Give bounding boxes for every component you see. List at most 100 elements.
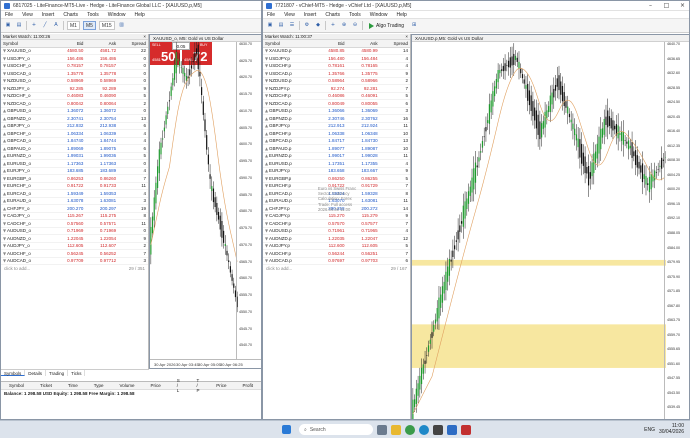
symbol-row[interactable]: ▼AUDCHF_o 0.56245 0.56252 7 <box>1 249 148 258</box>
zone-rectangle[interactable] <box>412 259 666 266</box>
menu-tools[interactable]: Tools <box>87 12 99 18</box>
right-price-chart[interactable] <box>412 42 666 420</box>
tray-clock[interactable]: 11:00 30/04/2026 <box>659 423 684 435</box>
menu-charts[interactable]: Charts <box>325 12 340 18</box>
task-view-icon[interactable] <box>377 424 387 435</box>
left-add-symbol-row[interactable]: click to add... 29 / 351 <box>1 265 148 272</box>
trade-col-header[interactable]: T / P <box>188 378 208 393</box>
symbol-row[interactable]: ▼USDCAD_o 1.35778 1.35778 0 <box>1 69 148 78</box>
strategy-tester-icon[interactable]: ⚙ <box>303 21 311 30</box>
chart-type-icon[interactable]: ▥ <box>118 21 126 30</box>
metaeditor-icon[interactable]: ◆ <box>314 21 322 30</box>
right-add-symbol-row[interactable]: click to add... 29 / 167 <box>263 265 410 272</box>
symbol-row[interactable]: ▲EURUSD_o 1.17363 1.17363 0 <box>1 159 148 168</box>
trade-col-header[interactable]: Price <box>142 383 168 388</box>
menu-charts[interactable]: Charts <box>63 12 78 18</box>
taskbar-search-box[interactable]: ⌕ Search <box>299 424 373 435</box>
symbol-row[interactable]: ▲EURJPY_o 183.685 183.689 4 <box>1 167 148 175</box>
menu-help[interactable]: Help <box>135 12 145 18</box>
symbol-row[interactable]: ▼AUDUSD_o 0.71969 0.71969 0 <box>1 227 148 235</box>
menu-insert[interactable]: Insert <box>42 12 55 18</box>
crosshair-icon[interactable]: + <box>30 21 38 30</box>
menu-help[interactable]: Help <box>397 12 407 18</box>
symbol-row[interactable]: ▼CADJPY.p 115.270 115.279 9 <box>263 212 410 220</box>
symbol-row[interactable]: ▼CADCHF_o 0.57560 0.57571 11 <box>1 219 148 228</box>
trade-col-header[interactable]: Ticket <box>32 383 60 388</box>
navigator-icon[interactable]: ☰ <box>288 21 296 30</box>
store-icon[interactable] <box>433 424 443 435</box>
profiles-icon[interactable]: ▤ <box>277 21 285 30</box>
close-window-icon[interactable]: × <box>676 1 689 11</box>
file-explorer-icon[interactable] <box>391 424 401 435</box>
symbol-row[interactable]: ▼NZDCHF_o 0.46083 0.46090 5 <box>1 92 148 100</box>
zone-rectangle[interactable] <box>412 324 666 368</box>
symbol-row[interactable]: ▼NZDCAD.p 0.80049 0.80055 6 <box>263 99 410 108</box>
close-icon[interactable]: × <box>405 34 408 39</box>
symbol-row[interactable]: ▼AUDJPY_o 112.605 112.607 2 <box>1 242 148 250</box>
menu-view[interactable]: View <box>22 12 33 18</box>
chrome-icon[interactable] <box>405 424 415 435</box>
symbol-row[interactable]: ▲EURUSD.p 1.17351 1.17355 4 <box>263 159 410 168</box>
symbol-row[interactable]: ▲GBPAUD_o 1.89069 1.89075 6 <box>1 144 148 153</box>
tab-ticks[interactable]: Ticks <box>68 370 86 376</box>
symbol-row[interactable]: ▲GBPUSD_o 1.36072 1.36072 0 <box>1 107 148 115</box>
symbol-row[interactable]: ▼AUDCHF.p 0.56244 0.56251 7 <box>263 249 410 258</box>
symbol-row[interactable]: ▼USDCHF_o 0.78157 0.78157 0 <box>1 62 148 70</box>
col-bid[interactable]: Bid <box>52 40 86 48</box>
minimize-icon[interactable]: – <box>644 1 657 11</box>
symbol-row[interactable]: ▼USDCAD.p 1.35766 1.35775 9 <box>263 69 410 78</box>
symbol-row[interactable]: ▲GBPNZD_o 2.30741 2.30754 13 <box>1 114 148 123</box>
symbol-row[interactable]: ▼NZDCHF.p 0.46086 0.46091 5 <box>263 92 410 100</box>
symbol-row[interactable]: ▲GBPJPY.p 212.913 212.924 11 <box>263 122 410 130</box>
symbol-row[interactable]: ▼EURCHF_o 0.91722 0.91733 11 <box>1 182 148 190</box>
crosshair-icon[interactable]: + <box>329 21 337 30</box>
new-order-icon[interactable]: ⊞ <box>410 21 418 30</box>
trade-col-header[interactable]: Price <box>208 383 234 388</box>
symbol-row[interactable]: ▼AUDCAD_o 0.97709 0.97712 3 <box>1 257 148 265</box>
col-bid[interactable]: Bid <box>313 40 347 48</box>
symbol-row[interactable]: ▼CADJPY_o 115.267 115.275 8 <box>1 212 148 220</box>
symbol-row[interactable]: ▼NZDJPY.p 92.274 92.281 7 <box>263 84 410 93</box>
timeframe-m15[interactable]: M15 <box>98 21 115 30</box>
menu-tools[interactable]: Tools <box>349 12 361 18</box>
trade-col-header[interactable]: Profit <box>234 383 261 388</box>
left-price-chart[interactable] <box>150 42 238 360</box>
algo-trading-button[interactable]: Algo Trading <box>366 21 407 30</box>
symbol-row[interactable]: ▼XAUUSD_o 4580.50 4581.72 22 <box>1 47 148 55</box>
symbol-row[interactable]: ▼AUDNZD.p 1.22035 1.22047 12 <box>263 234 410 243</box>
symbol-row[interactable]: ▼NZDJPY_o 92.285 92.289 9 <box>1 84 148 93</box>
symbol-row[interactable]: ▲GBPCHF.p 1.06338 1.06348 10 <box>263 129 410 138</box>
col-ask[interactable]: Ask <box>346 40 380 48</box>
symbol-row[interactable]: ▲GBPCHF_o 1.06334 1.06339 4 <box>1 129 148 138</box>
symbol-row[interactable]: ▼AUDNZD_o 1.22045 1.22054 9 <box>1 234 148 243</box>
menu-file[interactable]: File <box>5 12 13 18</box>
tab-symbols[interactable]: Symbols <box>1 370 26 376</box>
profiles-icon[interactable]: ▤ <box>15 21 23 30</box>
col-ask[interactable]: Ask <box>85 40 119 48</box>
symbol-row[interactable]: ▲EURNZD_o 1.99031 1.99036 5 <box>1 152 148 160</box>
metatrader-icon-2[interactable] <box>461 424 471 435</box>
trade-col-header[interactable]: S / L <box>169 378 189 393</box>
symbol-row[interactable]: ▼USDCHF.p 0.78161 0.78165 4 <box>263 62 410 70</box>
col-symbol[interactable]: Symbol <box>1 40 53 48</box>
symbol-row[interactable]: ▲GBPCAD_o 1.84740 1.84744 4 <box>1 137 148 145</box>
line-icon[interactable]: ╱ <box>41 21 49 30</box>
close-icon[interactable]: × <box>143 34 146 39</box>
symbol-row[interactable]: ▼CADCHF.p 0.57570 0.57577 7 <box>263 219 410 228</box>
maximize-icon[interactable]: □ <box>660 1 673 11</box>
symbol-row[interactable]: ▼EURGBP.p 0.86250 0.86255 5 <box>263 174 410 183</box>
timeframe-m5[interactable]: M5 <box>82 21 96 30</box>
symbol-row[interactable]: ▲CHFJPY_o 200.270 200.297 19 <box>1 204 148 213</box>
col-spread[interactable]: Spread <box>379 40 410 48</box>
menu-file[interactable]: File <box>267 12 275 18</box>
trade-col-header[interactable]: Type <box>86 383 112 388</box>
col-symbol[interactable]: Symbol <box>263 40 314 48</box>
symbol-row[interactable]: ▲GBPJPY_o 212.932 212.938 6 <box>1 122 148 130</box>
symbol-row[interactable]: ▼XAUUSD.p 4580.85 4580.99 14 <box>263 47 410 55</box>
symbol-row[interactable]: ▲EURNZD.p 1.99017 1.99028 11 <box>263 152 410 160</box>
new-chart-icon[interactable]: ▣ <box>266 21 274 30</box>
symbol-row[interactable]: ▲EURJPY.p 183.658 183.667 9 <box>263 167 410 175</box>
menu-insert[interactable]: Insert <box>304 12 317 18</box>
symbol-row[interactable]: ▲GBPCAD.p 1.84717 1.84730 13 <box>263 137 410 145</box>
tab-details[interactable]: Details <box>25 370 47 376</box>
